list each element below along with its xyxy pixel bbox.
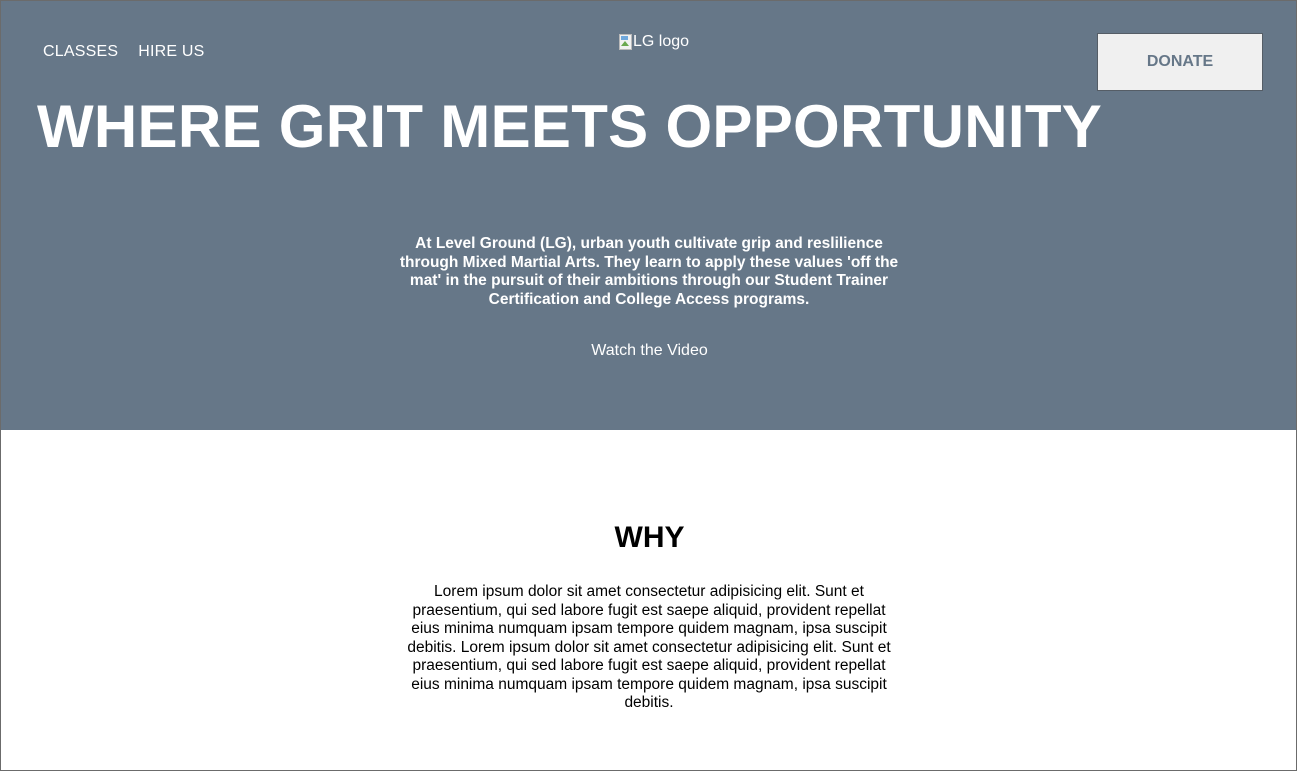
donate-button[interactable]: DONATE — [1097, 33, 1263, 91]
nav-item-classes[interactable]: CLASSES — [43, 43, 118, 61]
why-title: WHY — [614, 521, 685, 554]
hero-section: CLASSES HIRE US LG logo DONATE WHERE GRI… — [1, 1, 1296, 430]
site-logo[interactable]: LG logo — [618, 33, 689, 51]
watch-video-link[interactable]: Watch the Video — [1, 342, 1296, 360]
logo-alt-text: LG logo — [633, 33, 690, 50]
why-body-text: Lorem ipsum dolor sit amet consectetur a… — [407, 583, 891, 711]
mission-statement: At Level Ground (LG), urban youth cultiv… — [399, 235, 899, 308]
nav-item-hire-us[interactable]: HIRE US — [138, 43, 204, 61]
broken-image-icon — [618, 34, 632, 50]
main-nav: CLASSES HIRE US — [43, 43, 205, 61]
page: CLASSES HIRE US LG logo DONATE WHERE GRI… — [0, 0, 1297, 771]
hero-headline: WHERE GRIT MEETS OPPORTUNITY — [37, 93, 1103, 160]
